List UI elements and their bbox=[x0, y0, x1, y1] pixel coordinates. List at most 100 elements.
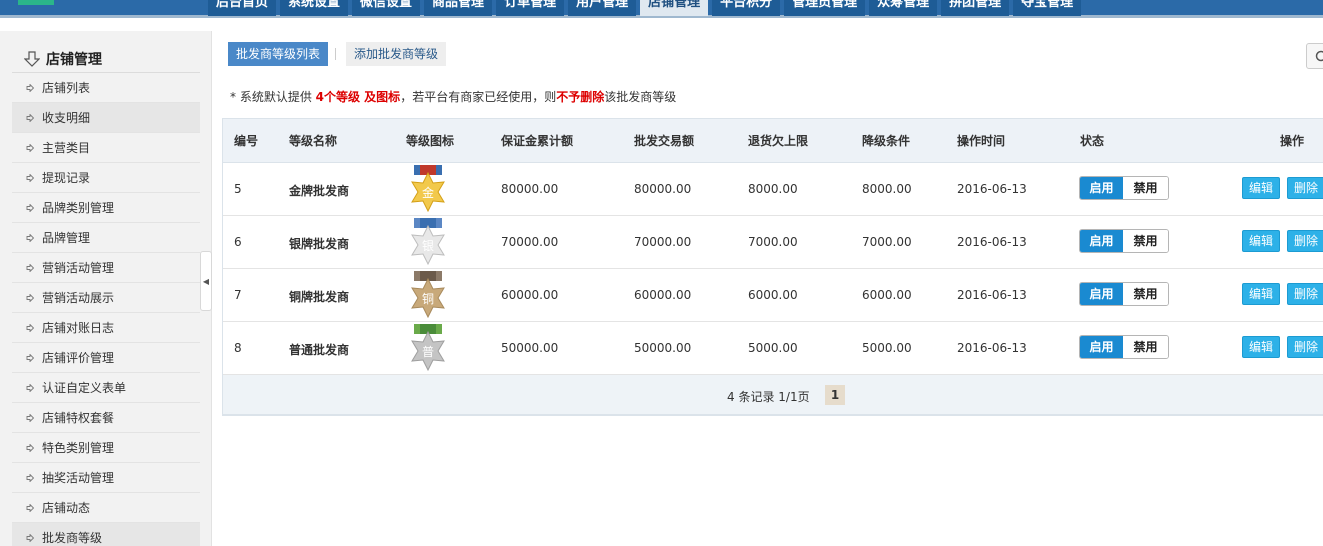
sidebar-item-reconciliation-log[interactable]: 店铺对账日志 bbox=[12, 313, 200, 343]
sidebar-item-label: 营销活动展示 bbox=[42, 291, 115, 305]
table-header: 编号 等级名称 等级图标 保证金累计额 批发交易额 退货欠上限 降级条件 操作时… bbox=[223, 119, 1323, 163]
delete-button[interactable]: 删除 bbox=[1287, 230, 1323, 252]
sidebar-header: 店铺管理 bbox=[12, 45, 200, 73]
notice-highlight-levels: 4个等级 及图标 bbox=[315, 90, 401, 104]
sidebar-menu: 店铺列表 收支明细 主营类目 提现记录 品牌类别管理 品牌管理 营销活动管理 营… bbox=[12, 73, 200, 546]
delete-button[interactable]: 删除 bbox=[1287, 283, 1323, 305]
arrow-right-icon bbox=[26, 113, 34, 122]
sidebar-item-label: 品牌管理 bbox=[42, 231, 91, 245]
enable-button[interactable]: 启用 bbox=[1080, 177, 1124, 199]
bronze-medal-icon: 铜 bbox=[411, 271, 445, 319]
wholesaler-level-table: 编号 等级名称 等级图标 保证金累计额 批发交易额 退货欠上限 降级条件 操作时… bbox=[222, 118, 1323, 416]
enable-button[interactable]: 启用 bbox=[1080, 230, 1124, 252]
sidebar-item-lottery[interactable]: 抽奖活动管理 bbox=[12, 463, 200, 493]
topnav-tab-crowdfunding[interactable]: 众筹管理 bbox=[869, 0, 938, 16]
caret-left-icon: ◀ bbox=[202, 276, 210, 286]
topnav-tab-treasure[interactable]: 夺宝管理 bbox=[1013, 0, 1082, 16]
delete-button[interactable]: 删除 bbox=[1287, 177, 1323, 199]
notice-middle: ，若平台有商家已经使用，则 bbox=[400, 90, 557, 104]
pagination-info: 4 条记录 1/1页 bbox=[727, 390, 810, 404]
sub-tabs: 批发商等级列表 添加批发商等级 bbox=[228, 42, 447, 66]
sidebar-item-marketing-management[interactable]: 营销活动管理 bbox=[12, 253, 200, 283]
col-header-debt: 退货欠上限 bbox=[748, 134, 809, 148]
edit-button[interactable]: 编辑 bbox=[1242, 177, 1281, 199]
sidebar-item-label: 店铺对账日志 bbox=[42, 321, 115, 335]
sidebar-item-income-expense[interactable]: 收支明细 bbox=[12, 103, 200, 133]
cell-deposit: 70000.00 bbox=[501, 235, 559, 249]
tab-add-wholesaler-level[interactable]: 添加批发商等级 bbox=[335, 42, 447, 66]
sidebar-item-privilege-package[interactable]: 店铺特权套餐 bbox=[12, 403, 200, 433]
sidebar-item-label: 认证自定义表单 bbox=[42, 381, 127, 395]
sidebar-item-brand-category[interactable]: 品牌类别管理 bbox=[12, 193, 200, 223]
delete-button[interactable]: 删除 bbox=[1287, 336, 1323, 358]
cell-debt-limit: 5000.00 bbox=[748, 341, 798, 355]
cell-volume: 80000.00 bbox=[634, 182, 692, 196]
top-nav-tabs: 后台首页 系统设置 微信设置 商品管理 订单管理 用户管理 店铺管理 平台积分 … bbox=[208, 0, 1085, 16]
cell-time: 2016-06-13 bbox=[957, 341, 1027, 355]
svg-text:银: 银 bbox=[422, 239, 434, 253]
topnav-tab-goods[interactable]: 商品管理 bbox=[424, 0, 493, 16]
tab-wholesaler-level-list[interactable]: 批发商等级列表 bbox=[228, 42, 329, 66]
enable-button[interactable]: 启用 bbox=[1080, 336, 1124, 358]
disable-button[interactable]: 禁用 bbox=[1123, 283, 1168, 305]
cell-debt-limit: 7000.00 bbox=[748, 235, 798, 249]
sidebar-item-label: 营销活动管理 bbox=[42, 261, 115, 275]
cell-downgrade: 8000.00 bbox=[862, 182, 912, 196]
arrow-right-icon bbox=[26, 503, 34, 512]
cell-id: 5 bbox=[234, 182, 242, 196]
col-header-deposit: 保证金累计额 bbox=[501, 134, 574, 148]
sidebar-title: 店铺管理 bbox=[46, 51, 102, 68]
table-row: 5 金牌批发商 金 80000.00 80000.00 8000.00 8000… bbox=[223, 163, 1323, 216]
search-icon bbox=[1315, 50, 1323, 62]
col-header-time: 操作时间 bbox=[957, 134, 1006, 148]
notice-prefix: * 系统默认提供 bbox=[230, 90, 312, 104]
topnav-tab-group-buy[interactable]: 拼团管理 bbox=[941, 0, 1010, 16]
sidebar-item-wholesaler-level[interactable]: 批发商等级 bbox=[12, 523, 200, 546]
col-header-ops: 操作 bbox=[1280, 134, 1305, 148]
cell-level-name: 铜牌批发商 bbox=[289, 290, 350, 304]
sidebar-item-withdraw-records[interactable]: 提现记录 bbox=[12, 163, 200, 193]
col-header-name: 等级名称 bbox=[289, 134, 338, 148]
sidebar-item-shop-list[interactable]: 店铺列表 bbox=[12, 73, 200, 103]
col-header-id: 编号 bbox=[234, 134, 259, 148]
arrow-right-icon bbox=[26, 323, 34, 332]
sidebar-item-custom-form[interactable]: 认证自定义表单 bbox=[12, 373, 200, 403]
disable-button[interactable]: 禁用 bbox=[1123, 230, 1168, 252]
sidebar-item-shop-news[interactable]: 店铺动态 bbox=[12, 493, 200, 523]
topnav-tab-points[interactable]: 平台积分 bbox=[712, 0, 781, 16]
status-toggle: 启用 禁用 bbox=[1079, 229, 1169, 253]
edit-button[interactable]: 编辑 bbox=[1242, 336, 1281, 358]
topnav-tab-users[interactable]: 用户管理 bbox=[568, 0, 637, 16]
topnav-tab-shops[interactable]: 店铺管理 bbox=[640, 0, 709, 16]
topnav-tab-orders[interactable]: 订单管理 bbox=[496, 0, 565, 16]
arrow-down-icon bbox=[24, 50, 40, 67]
page-number-current[interactable]: 1 bbox=[825, 385, 845, 405]
sidebar-collapse-button[interactable]: ◀ bbox=[200, 251, 212, 311]
main-content: 批发商等级列表 添加批发商等级 * 系统默认提供 4个等级 及图标，若平台有商家… bbox=[213, 31, 1323, 546]
edit-button[interactable]: 编辑 bbox=[1242, 230, 1281, 252]
topnav-tab-admins[interactable]: 管理员管理 bbox=[784, 0, 866, 16]
arrow-right-icon bbox=[26, 293, 34, 302]
sidebar-item-label: 批发商等级 bbox=[42, 531, 103, 545]
search-button[interactable] bbox=[1306, 43, 1323, 69]
cell-time: 2016-06-13 bbox=[957, 235, 1027, 249]
gold-medal-icon: 金 bbox=[411, 165, 445, 213]
edit-button[interactable]: 编辑 bbox=[1242, 283, 1281, 305]
enable-button[interactable]: 启用 bbox=[1080, 283, 1124, 305]
disable-button[interactable]: 禁用 bbox=[1123, 336, 1168, 358]
sidebar-item-feature-category[interactable]: 特色类别管理 bbox=[12, 433, 200, 463]
arrow-right-icon bbox=[26, 473, 34, 482]
normal-medal-icon: 普 bbox=[411, 324, 445, 372]
sidebar-item-brand-management[interactable]: 品牌管理 bbox=[12, 223, 200, 253]
arrow-right-icon bbox=[26, 383, 34, 392]
cell-level-name: 普通批发商 bbox=[289, 343, 350, 357]
sidebar-item-marketing-display[interactable]: 营销活动展示 bbox=[12, 283, 200, 313]
sidebar-item-review-management[interactable]: 店铺评价管理 bbox=[12, 343, 200, 373]
logo bbox=[18, 0, 54, 5]
sidebar-item-main-category[interactable]: 主营类目 bbox=[12, 133, 200, 163]
disable-button[interactable]: 禁用 bbox=[1123, 177, 1168, 199]
topnav-tab-wechat[interactable]: 微信设置 bbox=[352, 0, 421, 16]
topnav-tab-home[interactable]: 后台首页 bbox=[208, 0, 277, 16]
cell-downgrade: 7000.00 bbox=[862, 235, 912, 249]
topnav-tab-system[interactable]: 系统设置 bbox=[280, 0, 349, 16]
